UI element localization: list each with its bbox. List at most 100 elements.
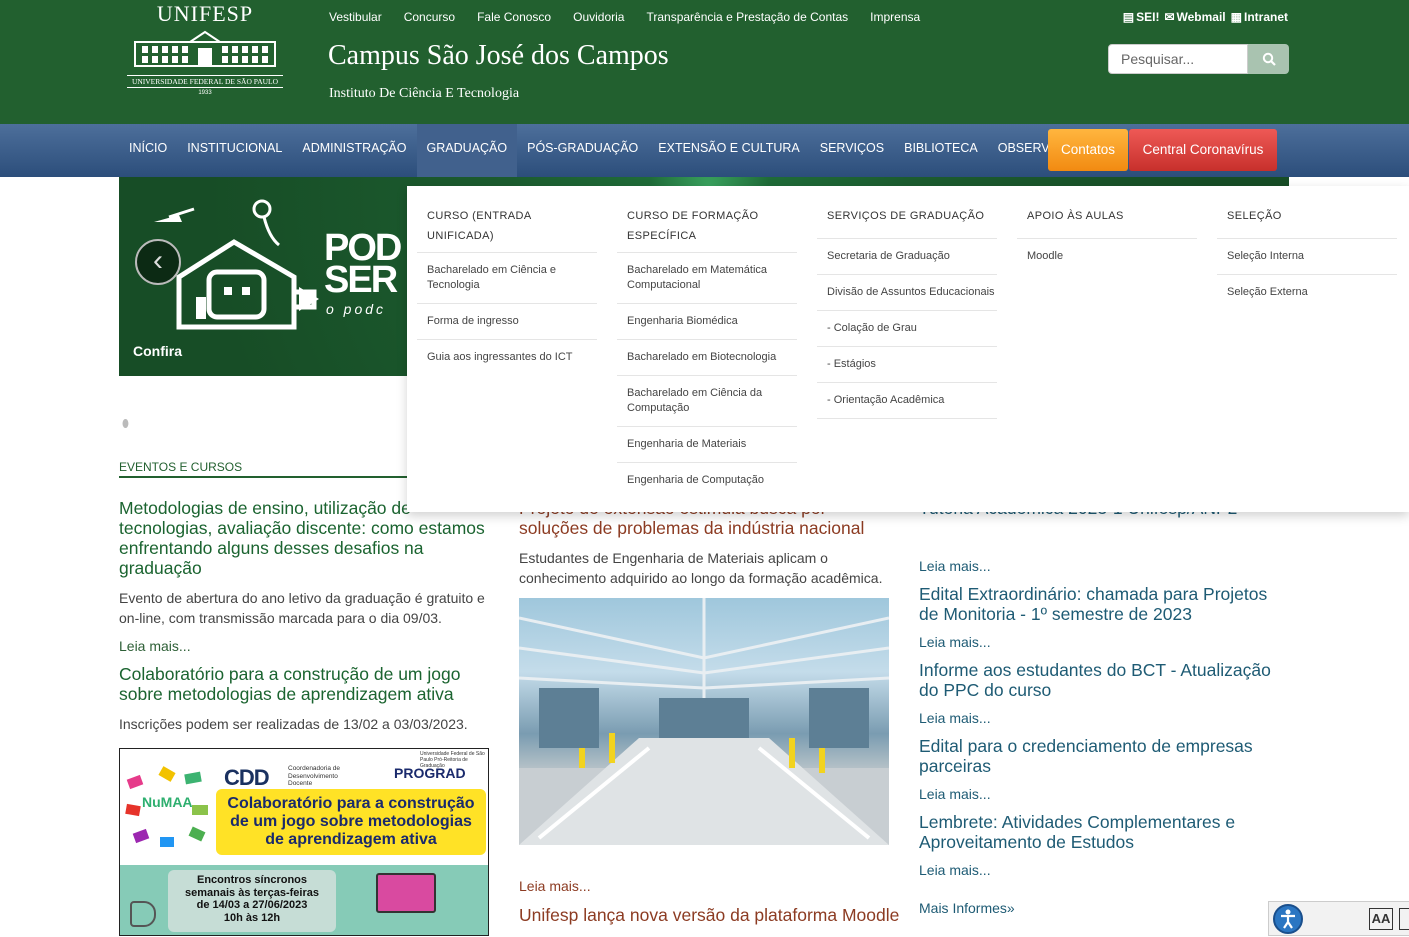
logo-subtitle: UNIVERSIDADE FEDERAL DE SÃO PAULO — [127, 75, 283, 88]
graduacao-dropdown-menu: CURSO (ENTRADA UNIFICADA) Bacharelado em… — [407, 186, 1409, 512]
main-nav: INÍCIO INSTITUCIONAL ADMINISTRAÇÃO GRADU… — [0, 124, 1409, 177]
dropdown-heading: SELEÇÃO — [1217, 206, 1397, 239]
schedule-line-3: de 14/03 a 27/06/2023 — [196, 899, 308, 911]
dropdown-item[interactable]: Divisão de Assuntos Educacionais — [817, 275, 997, 311]
news-excerpt-extensao: Estudantes de Engenharia de Materiais ap… — [519, 550, 883, 586]
nav-servicos[interactable]: SERVIÇOS — [810, 124, 894, 177]
schedule-line-2: semanais às terças-feiras — [185, 886, 319, 899]
promo-top: NuMAA CDD Coordenadoria de Desenvolvimen… — [120, 749, 488, 863]
dropdown-item[interactable]: Bacharelado em Biotecnologia — [617, 340, 797, 376]
dropdown-item[interactable]: Engenharia de Computação — [617, 463, 797, 498]
event-title-2[interactable]: Colaboratório para a construção de um jo… — [119, 664, 489, 704]
link-concurso[interactable]: Concurso — [404, 10, 455, 24]
informes-column: Tutoria Acadêmica 2023-1 Unifesp/ANP2 Le… — [919, 498, 1289, 878]
search-button[interactable] — [1248, 44, 1289, 74]
dropdown-heading: CURSO (ENTRADA UNIFICADA) — [417, 206, 597, 253]
link-transparencia[interactable]: Transparência e Prestação de Contas — [646, 10, 848, 24]
link-fale-conosco[interactable]: Fale Conosco — [477, 10, 551, 24]
events-column: Metodologias de ensino, utilização de te… — [119, 498, 489, 734]
informe-title-credenciamento[interactable]: Edital para o credenciamento de empresas… — [919, 736, 1289, 776]
accessibility-toolbar: AA — [1268, 901, 1409, 936]
numaa-label: NuMAA — [142, 794, 193, 810]
top-links: Vestibular Concurso Fale Conosco Ouvidor… — [329, 10, 920, 24]
dropdown-heading: CURSO DE FORMAÇÃO ESPECÍFICA — [617, 206, 797, 253]
event-excerpt-1: Evento de abertura do ano letivo da grad… — [119, 590, 485, 626]
dropdown-item[interactable]: Engenharia Biomédica — [617, 304, 797, 340]
logo-year: 1933 — [198, 90, 212, 96]
promo-headline-2: de um jogo sobre metodologias — [230, 813, 472, 830]
dropdown-item[interactable]: Bacharelado em Ciência da Computação — [617, 376, 797, 427]
coronavirus-button[interactable]: Central Coronavírus — [1129, 129, 1277, 171]
informe-title-monitoria[interactable]: Edital Extraordinário: chamada para Proj… — [919, 584, 1289, 624]
dropdown-item[interactable]: Secretaria de Graduação — [817, 239, 997, 275]
dropdown-item[interactable]: Seleção Externa — [1217, 275, 1397, 310]
informe-read-more-3[interactable]: Leia mais... — [919, 710, 1289, 726]
dropdown-item[interactable]: - Estágios — [817, 347, 997, 383]
search-input[interactable] — [1108, 44, 1248, 74]
laptop-icon — [376, 873, 436, 913]
intranet-link[interactable]: ▦ Intranet — [1231, 10, 1288, 24]
contatos-button[interactable]: Contatos — [1048, 129, 1128, 171]
dropdown-item[interactable]: Forma de ingresso — [417, 304, 597, 340]
link-ouvidoria[interactable]: Ouvidoria — [573, 10, 624, 24]
campus-title: Campus São José dos Campos — [328, 40, 669, 71]
mais-informes-link[interactable]: Mais Informes» — [919, 900, 1015, 916]
dropdown-item[interactable]: Bacharelado em Ciência e Tecnologia — [417, 253, 597, 304]
dropdown-item[interactable]: - Colação de Grau — [817, 311, 997, 347]
sei-link[interactable]: ▤ SEI! — [1123, 10, 1160, 24]
font-size-button[interactable]: AA — [1369, 908, 1393, 930]
dropdown-item[interactable]: Seleção Interna — [1217, 239, 1397, 275]
nav-extensao-cultura[interactable]: EXTENSÃO E CULTURA — [648, 124, 809, 177]
informe-read-more-4[interactable]: Leia mais... — [919, 786, 1289, 802]
building-emblem — [134, 30, 276, 67]
informe-title-bct[interactable]: Informe aos estudantes do BCT - Atualiza… — [919, 660, 1289, 700]
news-read-more-extensao[interactable]: Leia mais... — [519, 878, 591, 894]
promo-headline-3: de aprendizagem ativa — [265, 831, 437, 848]
news-title-moodle[interactable]: Unifesp lança nova versão da plataforma … — [519, 905, 899, 925]
webmail-link[interactable]: ✉ Webmail — [1164, 10, 1225, 24]
promo-headline-1: Colaboratório para a construção — [227, 795, 475, 812]
envelope-icon: ✉ — [1164, 10, 1175, 24]
cdd-text: Coordenadoria de Desenvolvimento Docente — [288, 765, 341, 787]
dropdown-item[interactable]: - Orientação Acadêmica — [817, 383, 997, 419]
accessibility-extra-button[interactable] — [1399, 908, 1409, 930]
colaboratorio-promo-image[interactable]: NuMAA CDD Coordenadoria de Desenvolvimen… — [119, 748, 489, 936]
unifesp-logo[interactable]: UNIFESP UNIVERSIDADE FEDERAL DE SÃO PAUL… — [122, 2, 288, 100]
dropdown-item[interactable]: Moodle — [1017, 239, 1197, 274]
nav-institucional[interactable]: INSTITUCIONAL — [177, 124, 292, 177]
link-imprensa[interactable]: Imprensa — [870, 10, 920, 24]
banner-caption: Confira — [133, 343, 182, 359]
factory-photo[interactable] — [519, 598, 889, 845]
event-read-more-1[interactable]: Leia mais... — [119, 638, 489, 654]
map-pin-icon: ⬮ — [122, 418, 129, 430]
carousel-prev-button[interactable]: ‹ — [135, 239, 181, 285]
utility-links: ▤ SEI! ✉ Webmail ▦ Intranet — [1123, 10, 1288, 24]
factory-floor-image — [519, 598, 889, 845]
link-vestibular[interactable]: Vestibular — [329, 10, 382, 24]
dropdown-item[interactable]: Guia aos ingressantes do ICT — [417, 340, 597, 375]
nav-biblioteca[interactable]: BIBLIOTECA — [894, 124, 988, 177]
dropdown-heading: SERVIÇOS DE GRADUAÇÃO — [817, 206, 997, 239]
search-icon — [1262, 52, 1276, 66]
nav-inicio[interactable]: INÍCIO — [119, 124, 177, 177]
dropdown-item[interactable]: Bacharelado em Matemática Computacional — [617, 253, 797, 304]
accessibility-button[interactable] — [1273, 904, 1303, 934]
dropdown-column-apoio: APOIO ÀS AULAS Moodle — [1017, 206, 1197, 274]
site-header: UNIFESP UNIVERSIDADE FEDERAL DE SÃO PAUL… — [0, 0, 1409, 124]
informe-read-more-5[interactable]: Leia mais... — [919, 862, 1289, 878]
dropdown-item[interactable]: Engenharia de Materiais — [617, 427, 797, 463]
nav-graduacao[interactable]: GRADUAÇÃO — [416, 124, 518, 177]
prograd-logo: PROGRAD — [394, 765, 466, 781]
dropdown-column-servicos: SERVIÇOS DE GRADUAÇÃO Secretaria de Grad… — [817, 206, 997, 419]
events-section-title: EVENTOS E CURSOS — [119, 460, 407, 478]
informe-read-more-1[interactable]: Leia mais... — [919, 558, 1289, 574]
podcast-wordmark: PODSERC — [324, 200, 462, 300]
nav-pos-graduacao[interactable]: PÓS-GRADUAÇÃO — [517, 124, 648, 177]
nav-administracao[interactable]: ADMINISTRAÇÃO — [292, 124, 416, 177]
podcast-subtitle: o podc — [326, 301, 387, 317]
informe-read-more-2[interactable]: Leia mais... — [919, 634, 1289, 650]
informe-title-atividades[interactable]: Lembrete: Atividades Complementares e Ap… — [919, 812, 1289, 852]
sei-label: SEI! — [1136, 10, 1160, 24]
grid-icon: ▦ — [1230, 10, 1242, 24]
document-icon: ▤ — [1122, 10, 1135, 24]
